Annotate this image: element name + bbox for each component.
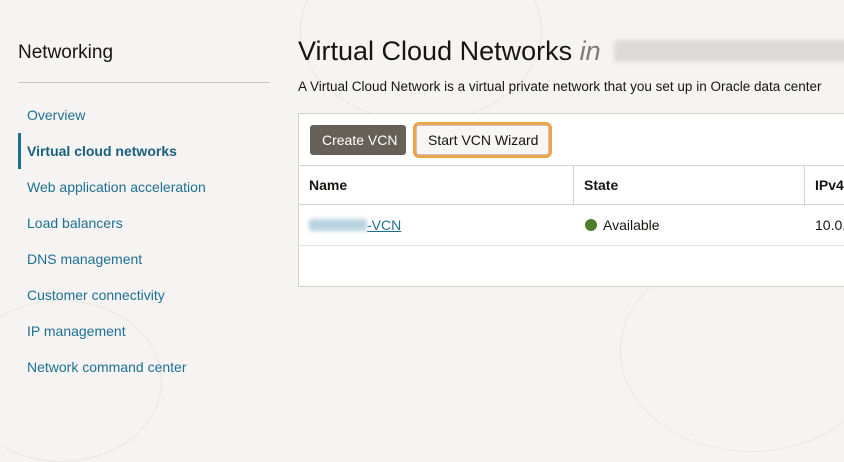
status-available-icon <box>585 219 597 231</box>
vcn-name-suffix: -VCN <box>367 217 402 233</box>
page-title-in: in <box>579 36 601 66</box>
create-vcn-button[interactable]: Create VCN <box>310 125 406 155</box>
compartment-name-redacted <box>614 40 844 62</box>
sidebar: Networking Overview Virtual cloud networ… <box>18 0 270 407</box>
page-description: A Virtual Cloud Network is a virtual pri… <box>298 79 822 94</box>
vcn-name-cell: -VCN <box>309 205 401 245</box>
page-title: Virtual Cloud Networks in <box>298 36 844 67</box>
sidebar-item-ip-management[interactable]: IP management <box>18 313 270 349</box>
sidebar-divider <box>18 82 270 83</box>
column-header-name[interactable]: Name <box>309 166 347 204</box>
vcn-list-panel: Create VCN Start VCN Wizard Name State I… <box>298 113 844 287</box>
sidebar-title: Networking <box>18 42 114 63</box>
vcn-ipv4-cell: 10.0. <box>815 217 844 233</box>
table-row: -VCN Available 10.0. <box>299 205 844 246</box>
sidebar-nav: Overview Virtual cloud networks Web appl… <box>18 97 270 385</box>
main-content: Virtual Cloud Networks in A Virtual Clou… <box>298 0 844 407</box>
vcn-name-redacted <box>309 219 367 231</box>
page-title-text: Virtual Cloud Networks <box>298 36 573 66</box>
table-header: Name State IPv4 <box>299 165 844 206</box>
vcn-state-text: Available <box>603 217 660 233</box>
column-header-state[interactable]: State <box>584 166 618 204</box>
column-divider <box>573 166 574 206</box>
column-header-ipv4[interactable]: IPv4 <box>815 166 844 204</box>
sidebar-item-web-application-acceleration[interactable]: Web application acceleration <box>18 169 270 205</box>
sidebar-item-dns-management[interactable]: DNS management <box>18 241 270 277</box>
column-divider <box>804 166 805 206</box>
sidebar-item-virtual-cloud-networks[interactable]: Virtual cloud networks <box>18 133 270 169</box>
sidebar-item-load-balancers[interactable]: Load balancers <box>18 205 270 241</box>
start-vcn-wizard-button[interactable]: Start VCN Wizard <box>416 125 549 155</box>
sidebar-item-customer-connectivity[interactable]: Customer connectivity <box>18 277 270 313</box>
vcn-state-cell: Available <box>585 205 660 245</box>
vcn-name-link[interactable]: -VCN <box>309 217 401 233</box>
sidebar-item-network-command-center[interactable]: Network command center <box>18 349 270 385</box>
sidebar-item-overview[interactable]: Overview <box>18 97 270 133</box>
